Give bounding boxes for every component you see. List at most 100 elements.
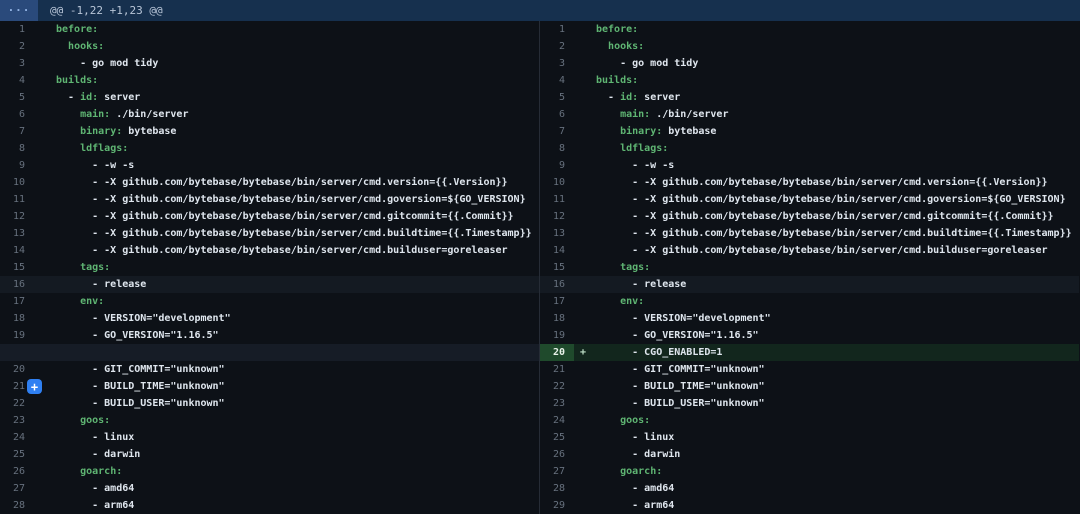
code-line: builds: (596, 72, 1079, 89)
line-number[interactable]: 28 (540, 480, 574, 497)
code-line: - GO_VERSION="1.16.5" (596, 327, 1079, 344)
line-number[interactable]: 27 (540, 463, 574, 480)
line-number[interactable]: 23 (0, 412, 34, 429)
line-number[interactable]: 10 (0, 174, 34, 191)
line-number[interactable]: 8 (540, 140, 574, 157)
line-number[interactable]: 22 (0, 395, 34, 412)
diff-row: 6 main: ./bin/server (540, 106, 1079, 123)
line-number[interactable]: 13 (0, 225, 34, 242)
line-number[interactable]: 4 (0, 72, 34, 89)
line-number[interactable]: 2 (540, 38, 574, 55)
code-text: - go mod tidy (56, 58, 158, 69)
code-text: - linux (56, 432, 134, 443)
line-number[interactable]: 19 (0, 327, 34, 344)
diff-marker (574, 191, 596, 208)
line-number[interactable]: 17 (0, 293, 34, 310)
diff-marker (34, 140, 56, 157)
line-number[interactable]: 5 (0, 89, 34, 106)
line-number[interactable]: 9 (540, 157, 574, 174)
line-number[interactable]: 19 (540, 327, 574, 344)
code-line: - darwin (596, 446, 1079, 463)
code-text (596, 143, 620, 154)
line-number[interactable]: 28 (0, 497, 34, 514)
line-number[interactable]: 15 (0, 259, 34, 276)
line-number[interactable]: 15 (540, 259, 574, 276)
line-number[interactable]: 7 (0, 123, 34, 140)
expand-hunk-button[interactable]: ··· (0, 0, 38, 21)
diff-row: 21 - BUILD_TIME="unknown"+ (0, 378, 539, 395)
line-number[interactable]: 4 (540, 72, 574, 89)
code-text (596, 296, 620, 307)
line-number[interactable]: 20 (0, 361, 34, 378)
diff-row: 27 - amd64 (0, 480, 539, 497)
hunk-header-bar: ··· @@ -1,22 +1,23 @@ (0, 0, 1080, 21)
line-number[interactable]: 29 (540, 497, 574, 514)
yaml-key: ldflags: (620, 143, 668, 154)
yaml-key: tags: (80, 262, 110, 273)
line-number[interactable]: 20 (540, 344, 574, 361)
line-number[interactable]: 13 (540, 225, 574, 242)
code-text: - GO_VERSION="1.16.5" (56, 330, 219, 341)
line-number[interactable]: 27 (0, 480, 34, 497)
line-number[interactable]: 23 (540, 395, 574, 412)
code-text (596, 415, 620, 426)
line-number[interactable]: 6 (0, 106, 34, 123)
line-number[interactable]: 10 (540, 174, 574, 191)
diff-marker (574, 242, 596, 259)
diff-row: 7 binary: bytebase (0, 123, 539, 140)
line-number[interactable]: 25 (540, 429, 574, 446)
line-number[interactable]: 11 (540, 191, 574, 208)
line-number[interactable]: 2 (0, 38, 34, 55)
diff-row: 29 - arm64 (540, 497, 1079, 514)
code-text (56, 262, 80, 273)
diff-marker (574, 497, 596, 514)
line-number[interactable]: 6 (540, 106, 574, 123)
line-number[interactable]: 21 (540, 361, 574, 378)
line-number[interactable]: 22 (540, 378, 574, 395)
diff-marker (34, 157, 56, 174)
code-line: - go mod tidy (596, 55, 1079, 72)
line-number[interactable]: 14 (0, 242, 34, 259)
diff-row: 21 - GIT_COMMIT="unknown" (540, 361, 1079, 378)
code-text: - release (596, 279, 686, 290)
line-number[interactable]: 24 (540, 412, 574, 429)
line-number[interactable]: 24 (0, 429, 34, 446)
yaml-key: goos: (620, 415, 650, 426)
diff-pane-new: 1before:2 hooks:3 - go mod tidy4builds:5… (539, 21, 1079, 514)
line-number[interactable]: 7 (540, 123, 574, 140)
line-number[interactable]: 3 (540, 55, 574, 72)
line-number[interactable]: 11 (0, 191, 34, 208)
line-number[interactable]: 1 (0, 21, 34, 38)
line-number[interactable]: 18 (540, 310, 574, 327)
diff-row: 18 - VERSION="development" (0, 310, 539, 327)
line-number[interactable]: 26 (0, 463, 34, 480)
code-line: - VERSION="development" (596, 310, 1079, 327)
line-number[interactable]: 8 (0, 140, 34, 157)
code-line: - -X github.com/bytebase/bytebase/bin/se… (56, 191, 539, 208)
diff-marker (574, 208, 596, 225)
code-line: - go mod tidy (56, 55, 539, 72)
code-line: - -X github.com/bytebase/bytebase/bin/se… (596, 225, 1079, 242)
code-text: - VERSION="development" (56, 313, 231, 324)
line-number[interactable]: 16 (540, 276, 574, 293)
line-number[interactable]: 5 (540, 89, 574, 106)
line-number[interactable]: 9 (0, 157, 34, 174)
line-number[interactable]: 18 (0, 310, 34, 327)
diff-marker (34, 208, 56, 225)
code-line: - id: server (596, 89, 1079, 106)
line-number[interactable]: 1 (540, 21, 574, 38)
line-number[interactable]: 25 (0, 446, 34, 463)
line-number[interactable]: 14 (540, 242, 574, 259)
add-comment-button[interactable]: + (27, 379, 42, 394)
diff-viewer-window: ··· @@ -1,22 +1,23 @@ 1before:2 hooks:3 … (0, 0, 1080, 514)
yaml-key: tags: (620, 262, 650, 273)
line-number[interactable]: 17 (540, 293, 574, 310)
line-number[interactable]: 3 (0, 55, 34, 72)
diff-row: 2 hooks: (0, 38, 539, 55)
line-number[interactable]: 16 (0, 276, 34, 293)
line-number[interactable]: 12 (0, 208, 34, 225)
diff-row: 25 - darwin (0, 446, 539, 463)
code-text: - GIT_COMMIT="unknown" (596, 364, 765, 375)
line-number[interactable]: 26 (540, 446, 574, 463)
line-number[interactable]: 12 (540, 208, 574, 225)
